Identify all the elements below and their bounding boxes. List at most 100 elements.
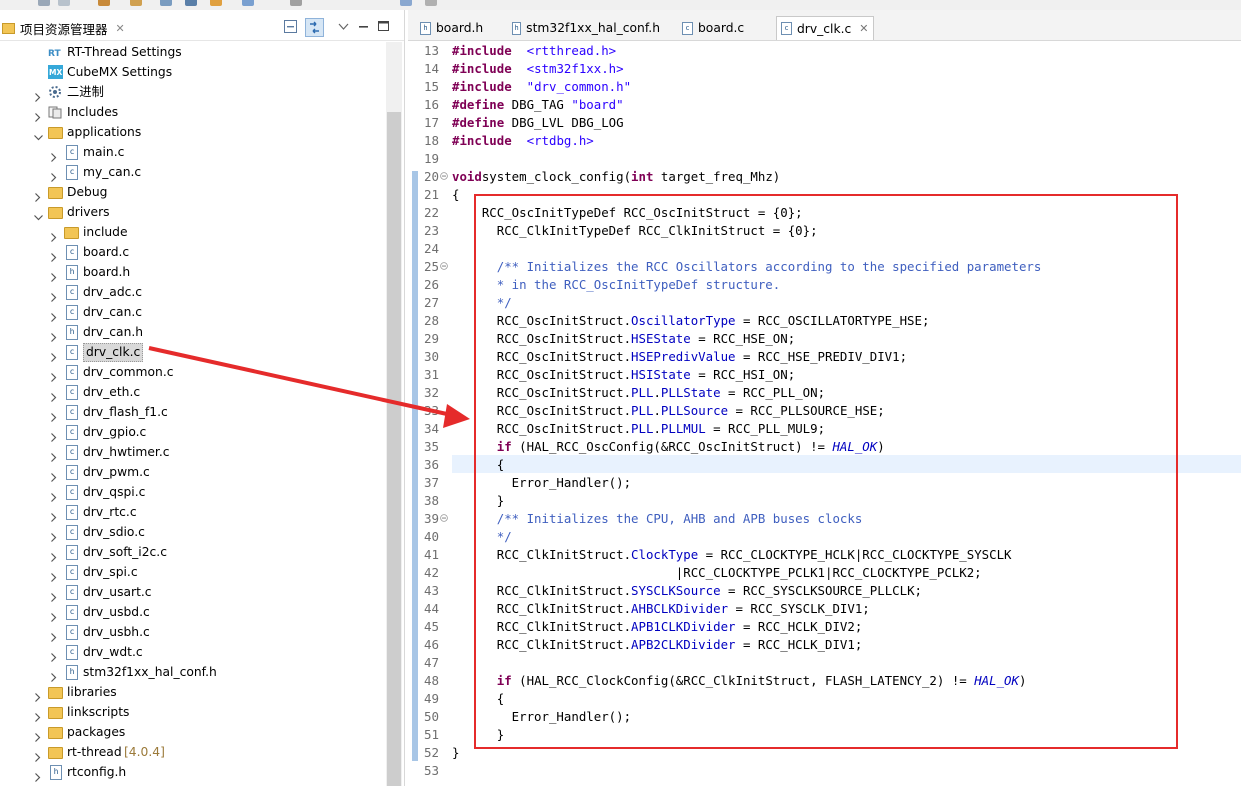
tree-item[interactable]: c drv_gpio.c	[0, 422, 386, 442]
tree-item[interactable]: c board.c	[0, 242, 386, 262]
tree-item[interactable]: c drv_pwm.c	[0, 462, 386, 482]
chevron-right-icon[interactable]	[50, 668, 58, 682]
tree-item[interactable]: c drv_clk.c	[0, 342, 386, 362]
chevron-right-icon[interactable]	[50, 168, 58, 182]
tree-item[interactable]: c drv_flash_f1.c	[0, 402, 386, 422]
chevron-right-icon[interactable]	[50, 468, 58, 482]
tree-item[interactable]: include	[0, 222, 386, 242]
tree-item[interactable]: applications	[0, 122, 386, 142]
chevron-right-icon[interactable]	[50, 288, 58, 302]
chevron-right-icon[interactable]	[50, 608, 58, 622]
tree-item[interactable]: h board.h	[0, 262, 386, 282]
code-line[interactable]: #include <rtthread.h>	[452, 42, 616, 60]
toolbar-icon[interactable]	[98, 0, 110, 6]
tree-item[interactable]: drivers	[0, 202, 386, 222]
toolbar-icon[interactable]	[58, 0, 70, 6]
minimize-icon[interactable]	[357, 20, 370, 33]
toolbar-icon[interactable]	[160, 0, 172, 6]
tree-item[interactable]: rt-thread [4.0.4]	[0, 742, 386, 762]
code-line[interactable]: #define DBG_TAG "board"	[452, 96, 624, 114]
chevron-right-icon[interactable]	[50, 228, 58, 242]
chevron-right-icon[interactable]	[50, 548, 58, 562]
code-line[interactable]: #include "drv_common.h"	[452, 78, 631, 96]
close-icon[interactable]: ✕	[116, 22, 125, 35]
fold-toggle-icon[interactable]	[440, 172, 448, 180]
editor-tab[interactable]: h stm32f1xx_hal_conf.h	[508, 16, 660, 40]
chevron-down-icon[interactable]	[34, 128, 43, 141]
collapse-all-icon[interactable]	[284, 20, 297, 33]
chevron-right-icon[interactable]	[34, 708, 42, 722]
fold-toggle-icon[interactable]	[440, 514, 448, 522]
chevron-right-icon[interactable]	[50, 448, 58, 462]
chevron-right-icon[interactable]	[34, 728, 42, 742]
tree-item[interactable]: h stm32f1xx_hal_conf.h	[0, 662, 386, 682]
tree-item[interactable]: c drv_qspi.c	[0, 482, 386, 502]
toolbar-icon[interactable]	[425, 0, 437, 6]
maximize-icon[interactable]	[377, 20, 390, 33]
chevron-right-icon[interactable]	[50, 508, 58, 522]
editor-tab[interactable]: c drv_clk.c ✕	[776, 16, 874, 40]
tree-item[interactable]: Debug	[0, 182, 386, 202]
toolbar-icon[interactable]	[242, 0, 254, 6]
tree-item[interactable]: c drv_sdio.c	[0, 522, 386, 542]
chevron-right-icon[interactable]	[50, 488, 58, 502]
chevron-right-icon[interactable]	[50, 248, 58, 262]
code-line[interactable]: #include <stm32f1xx.h>	[452, 60, 624, 78]
toolbar-icon[interactable]	[130, 0, 142, 6]
chevron-right-icon[interactable]	[50, 528, 58, 542]
tree-item[interactable]: c drv_adc.c	[0, 282, 386, 302]
explorer-scrollbar-thumb[interactable]	[387, 112, 401, 786]
chevron-right-icon[interactable]	[34, 88, 42, 102]
chevron-right-icon[interactable]	[50, 148, 58, 162]
tree-item[interactable]: c drv_rtc.c	[0, 502, 386, 522]
chevron-right-icon[interactable]	[50, 408, 58, 422]
tree-item[interactable]: packages	[0, 722, 386, 742]
tree-item[interactable]: linkscripts	[0, 702, 386, 722]
view-menu-icon[interactable]	[337, 20, 350, 33]
chevron-right-icon[interactable]	[50, 308, 58, 322]
link-with-editor-icon[interactable]	[305, 18, 324, 37]
fold-toggle-icon[interactable]	[440, 262, 448, 270]
code-line[interactable]: #include <rtdbg.h>	[452, 132, 594, 150]
chevron-right-icon[interactable]	[50, 628, 58, 642]
chevron-right-icon[interactable]	[34, 688, 42, 702]
tree-item[interactable]: 二进制	[0, 82, 386, 102]
tree-item[interactable]: c main.c	[0, 142, 386, 162]
chevron-right-icon[interactable]	[34, 748, 42, 762]
tree-item[interactable]: c drv_common.c	[0, 362, 386, 382]
chevron-right-icon[interactable]	[34, 768, 42, 782]
toolbar-icon[interactable]	[210, 0, 222, 6]
tree-item[interactable]: c drv_usbh.c	[0, 622, 386, 642]
chevron-right-icon[interactable]	[50, 588, 58, 602]
toolbar-icon[interactable]	[290, 0, 302, 6]
editor-tab[interactable]: c board.c	[678, 16, 778, 40]
tree-item[interactable]: MX CubeMX Settings	[0, 62, 386, 82]
tree-item[interactable]: c drv_spi.c	[0, 562, 386, 582]
tree-item[interactable]: libraries	[0, 682, 386, 702]
tree-item[interactable]: c drv_hwtimer.c	[0, 442, 386, 462]
tree-item[interactable]: c my_can.c	[0, 162, 386, 182]
tree-item[interactable]: h rtconfig.h	[0, 762, 386, 782]
chevron-right-icon[interactable]	[34, 108, 42, 122]
tree-item[interactable]: c drv_soft_i2c.c	[0, 542, 386, 562]
tree-item[interactable]: Includes	[0, 102, 386, 122]
tree-item[interactable]: c drv_wdt.c	[0, 642, 386, 662]
chevron-right-icon[interactable]	[34, 188, 42, 202]
chevron-right-icon[interactable]	[50, 328, 58, 342]
chevron-right-icon[interactable]	[50, 368, 58, 382]
chevron-right-icon[interactable]	[50, 268, 58, 282]
tree-item[interactable]: RT RT-Thread Settings	[0, 42, 386, 62]
chevron-down-icon[interactable]	[34, 208, 43, 221]
tree-item[interactable]: c drv_eth.c	[0, 382, 386, 402]
chevron-right-icon[interactable]	[50, 388, 58, 402]
editor-tab[interactable]: h board.h	[416, 16, 506, 40]
code-line[interactable]: voidsystem_clock_config(int target_freq_…	[452, 168, 780, 186]
toolbar-icon[interactable]	[185, 0, 197, 6]
chevron-right-icon[interactable]	[50, 648, 58, 662]
chevron-right-icon[interactable]	[50, 428, 58, 442]
project-explorer-tab[interactable]: 项目资源管理器 ✕	[0, 16, 133, 40]
code-line[interactable]: #define DBG_LVL DBG_LOG	[452, 114, 624, 132]
chevron-right-icon[interactable]	[50, 348, 58, 362]
toolbar-icon[interactable]	[38, 0, 50, 6]
tree-item[interactable]: h drv_can.h	[0, 322, 386, 342]
